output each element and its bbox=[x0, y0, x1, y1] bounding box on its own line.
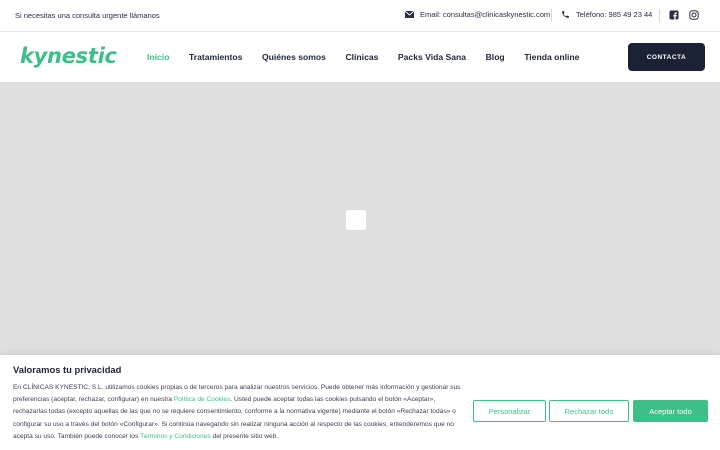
email-text[interactable]: Email: consultas@clinicaskynestic.com bbox=[420, 10, 550, 19]
urgent-message: Si necesitas una consulta urgente lláman… bbox=[15, 11, 160, 20]
email-contact[interactable]: Email: consultas@clinicaskynestic.com bbox=[405, 10, 550, 19]
divider bbox=[659, 9, 660, 22]
nav-menu: Inicio Tratamientos Quiénes somos Clínic… bbox=[147, 52, 599, 62]
reject-all-cookies-button[interactable]: Rechazar todo bbox=[549, 400, 629, 422]
cookie-text: En CLÍNICAS KYNESTIC, S.L. utilizamos co… bbox=[13, 382, 471, 443]
contacta-button[interactable]: CONTACTA bbox=[628, 43, 705, 71]
logo[interactable]: kynestic bbox=[20, 44, 117, 68]
phone-text[interactable]: Teléfono: 985 49 23 44 bbox=[576, 10, 652, 19]
cookie-banner: Valoramos tu privacidad En CLÍNICAS KYNE… bbox=[0, 355, 720, 450]
cookie-policy-link[interactable]: Política de Cookies bbox=[174, 396, 230, 403]
nav-item-clinicas[interactable]: Clínicas bbox=[345, 52, 378, 62]
customize-cookies-button[interactable]: Personalizar bbox=[473, 400, 546, 422]
instagram-icon[interactable] bbox=[689, 10, 699, 20]
nav-item-tratamientos[interactable]: Tratamientos bbox=[189, 52, 243, 62]
loading-spinner bbox=[346, 210, 366, 230]
phone-icon bbox=[562, 11, 569, 18]
nav-item-blog[interactable]: Blog bbox=[486, 52, 505, 62]
mail-icon bbox=[405, 11, 414, 18]
divider bbox=[551, 9, 552, 22]
nav-item-inicio[interactable]: Inicio bbox=[147, 52, 169, 62]
cookie-title: Valoramos tu privacidad bbox=[13, 364, 122, 375]
nav-item-tienda-online[interactable]: Tienda online bbox=[524, 52, 579, 62]
terms-link[interactable]: Términos y Condiciones bbox=[140, 433, 211, 440]
nav-item-packs-vida-sana[interactable]: Packs Vida Sana bbox=[398, 52, 466, 62]
main-navbar: kynestic Inicio Tratamientos Quiénes som… bbox=[0, 32, 720, 82]
nav-item-quienes-somos[interactable]: Quiénes somos bbox=[262, 52, 326, 62]
top-bar: Si necesitas una consulta urgente lláman… bbox=[0, 0, 720, 32]
facebook-icon[interactable] bbox=[669, 10, 679, 20]
accept-all-cookies-button[interactable]: Aceptar todo bbox=[633, 400, 708, 422]
phone-contact[interactable]: Teléfono: 985 49 23 44 bbox=[561, 10, 652, 19]
cookie-text-part: del presente sitio web. bbox=[210, 432, 279, 440]
